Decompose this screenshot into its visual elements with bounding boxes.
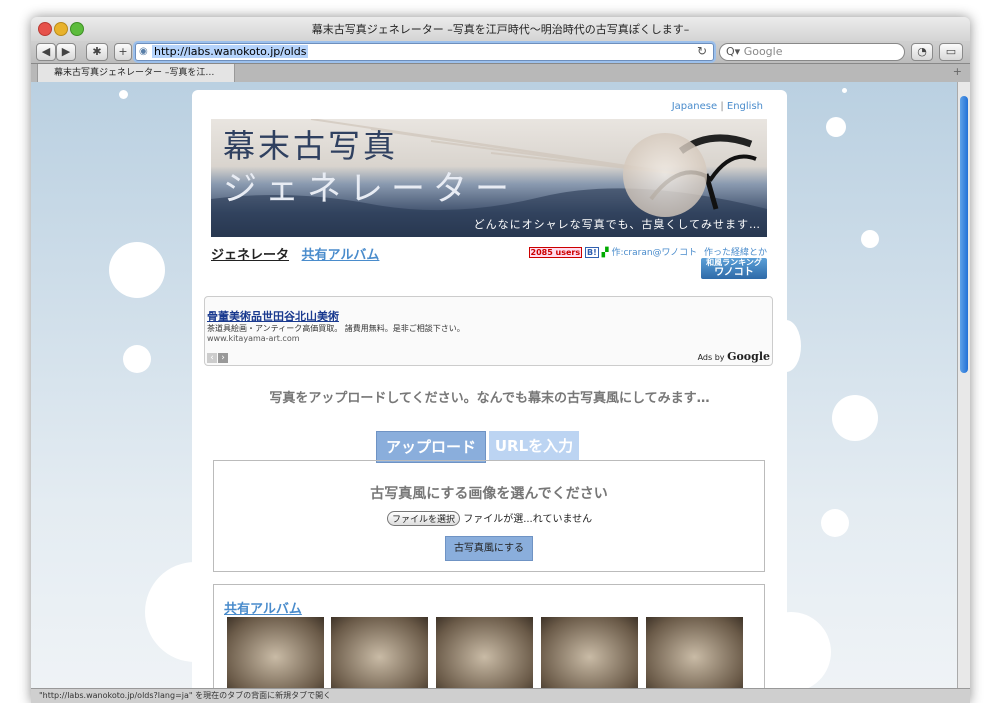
search-placeholder: Google	[743, 45, 783, 58]
album-photo[interactable]	[646, 617, 743, 689]
ad-description: 茶道具絵画・アンティーク高価買取。 諸費用無料。是非ご相談下さい。	[207, 324, 465, 333]
hatena-users-badge[interactable]: 2085 users	[528, 247, 583, 258]
ad-block: 骨董美術品世田谷北山美術 茶道具絵画・アンティーク高価買取。 諸費用無料。是非ご…	[204, 296, 773, 366]
lang-english-link[interactable]: English	[727, 101, 763, 112]
decor-dot	[861, 230, 879, 248]
nav-generator[interactable]: ジェネレータ	[211, 248, 289, 263]
new-tab-icon[interactable]: +	[953, 65, 962, 78]
page-viewport: Japanese | English 幕末古写真 ジェネレーター どんなにオシャ…	[31, 82, 958, 689]
album-panel: 共有アルバム	[213, 584, 765, 689]
meta-links: 2085 users B! ▞ 作:craran@ワノコト 作った経緯とか	[528, 245, 767, 258]
upload-panel: 古写真風にする画像を選んでください ファイルを選択 ファイルが選...れていませ…	[213, 460, 765, 572]
url-field[interactable]: ◉ http://labs.wanokoto.jp/olds ↻	[135, 43, 714, 61]
story-link[interactable]: 作った経緯とか	[704, 248, 767, 258]
back-icon[interactable]: ◀	[36, 43, 56, 61]
url-text[interactable]: http://labs.wanokoto.jp/olds	[152, 45, 309, 58]
album-photo[interactable]	[436, 617, 533, 689]
window-title: 幕末古写真ジェネレーター –写真を江戸時代〜明治時代の古写真ぽくします–	[311, 23, 690, 36]
vertical-scrollbar[interactable]	[957, 82, 970, 689]
reload-icon[interactable]: ↻	[697, 44, 707, 58]
search-input[interactable]: Q▾ Google	[719, 43, 905, 61]
share-icon[interactable]: ▞	[602, 248, 609, 258]
decor-dot	[109, 242, 165, 298]
forward-icon[interactable]: ▶	[56, 43, 76, 61]
author-link[interactable]: 作:craran@ワノコト	[611, 248, 697, 258]
main-nav: ジェネレータ 共有アルバム	[211, 244, 379, 263]
ad-pager: ‹ ›	[207, 353, 229, 363]
ad-next-icon[interactable]: ›	[218, 353, 228, 363]
nav-album[interactable]: 共有アルバム	[302, 248, 380, 263]
ad-url[interactable]: www.kitayama-art.com	[207, 334, 300, 343]
file-status: ファイルが選...れていません	[463, 514, 593, 525]
history-icon[interactable]: ◔	[911, 43, 933, 61]
browser-window: 幕末古写真ジェネレーター –写真を江戸時代〜明治時代の古写真ぽくします– ◀ ▶…	[31, 17, 970, 703]
add-bookmark-icon[interactable]: +	[114, 43, 132, 61]
toolbar: ◀ ▶ ✱ + ◉ http://labs.wanokoto.jp/olds ↻…	[31, 41, 970, 64]
ad-prev-icon[interactable]: ‹	[207, 353, 217, 363]
decor-dot	[842, 88, 847, 93]
album-title[interactable]: 共有アルバム	[224, 598, 302, 617]
file-row: ファイルを選択 ファイルが選...れていません	[387, 510, 592, 526]
album-photo[interactable]	[227, 617, 324, 689]
lang-japanese-link[interactable]: Japanese	[672, 101, 717, 112]
decor-dot	[123, 345, 151, 373]
wanokoto-logo: ワノコト	[714, 267, 754, 278]
status-bar: "http://labs.wanokoto.jp/olds?lang=ja" を…	[31, 688, 970, 703]
banner[interactable]: 幕末古写真 ジェネレーター どんなにオシャレな写真でも、古臭くしてみせます…	[211, 119, 767, 237]
lang-separator: |	[720, 101, 724, 112]
album-photo[interactable]	[541, 617, 638, 689]
decor-dot	[119, 90, 128, 99]
gear-icon[interactable]: ✱	[86, 43, 108, 61]
language-switch: Japanese | English	[672, 101, 763, 112]
ad-title[interactable]: 骨董美術品世田谷北山美術	[207, 308, 339, 324]
hatena-icon[interactable]: B!	[585, 247, 599, 258]
album-photo[interactable]	[331, 617, 428, 689]
sun-decor	[623, 133, 707, 217]
decor-dot	[832, 395, 878, 441]
ranking-badge[interactable]: 和風ランキング ワノコト	[701, 258, 767, 279]
tab-olds[interactable]: 幕末古写真ジェネレーター –写真を江…	[37, 64, 235, 82]
tab-url[interactable]: URLを入力	[489, 431, 579, 461]
upload-heading: 古写真風にする画像を選んでください	[370, 486, 608, 502]
banner-title-sub: ジェネレーター	[223, 169, 517, 209]
search-icon: Q▾	[726, 45, 741, 58]
decor-dot	[821, 509, 849, 537]
ads-by-google[interactable]: Ads by Google	[698, 350, 770, 363]
google-logo: Google	[727, 350, 770, 363]
decor-dot	[826, 117, 846, 137]
main-page: Japanese | English 幕末古写真 ジェネレーター どんなにオシャ…	[192, 90, 787, 689]
ads-by-label: Ads by	[697, 353, 725, 362]
choose-file-button[interactable]: ファイルを選択	[387, 511, 461, 526]
banner-tagline: どんなにオシャレな写真でも、古臭くしてみせます…	[473, 218, 761, 231]
bookmarks-icon[interactable]: ▭	[939, 43, 963, 61]
scroll-thumb[interactable]	[960, 96, 968, 373]
globe-icon: ◉	[139, 46, 148, 57]
tab-bar: 幕末古写真ジェネレーター –写真を江… +	[31, 64, 970, 83]
tab-upload[interactable]: アップロード	[376, 431, 486, 463]
convert-button[interactable]: 古写真風にする	[445, 536, 533, 561]
intro-text: 写真をアップロードしてください。なんでも幕末の古写真風にしてみます…	[269, 391, 710, 406]
title-bar: 幕末古写真ジェネレーター –写真を江戸時代〜明治時代の古写真ぽくします–	[31, 17, 970, 41]
